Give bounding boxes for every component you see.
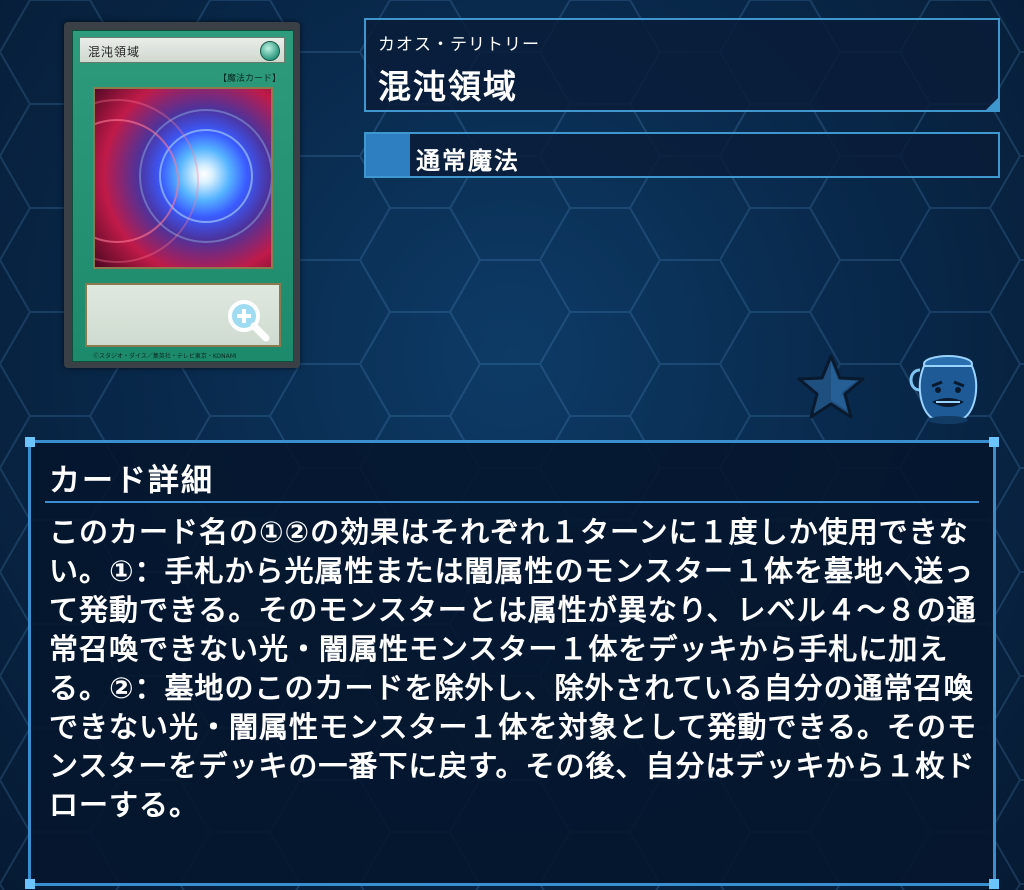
card-type-line: 【魔法カード】 — [217, 74, 281, 84]
card-name: 混沌領域 — [88, 45, 141, 59]
corner-ornament — [989, 879, 999, 889]
card-image[interactable]: 混沌領域 【魔法カード】 Ⓒスタジオ・ダイス／集英社・テレビ東京・KONAMI — [64, 22, 300, 368]
card-artwork — [93, 87, 273, 269]
card-type-panel: 通常魔法 — [364, 132, 1000, 178]
card-frame: 混沌領域 【魔法カード】 Ⓒスタジオ・ダイス／集英社・テレビ東京・KONAMI — [72, 30, 294, 362]
card-copyright: Ⓒスタジオ・ダイス／集英社・テレビ東京・KONAMI — [93, 353, 237, 360]
card-detail-panel: カード詳細 このカード名の①②の効果はそれぞれ１ターンに１度しか使用できない。①… — [25, 437, 999, 889]
type-indicator — [366, 134, 410, 176]
card-name-box: 混沌領域 — [79, 37, 285, 63]
detail-header: カード詳細 — [49, 463, 214, 499]
divider — [45, 501, 979, 503]
zoom-in-icon[interactable] — [225, 297, 271, 343]
card-name-panel: カオス・テリトリー 混沌領域 — [364, 18, 1000, 112]
card-effect-text: このカード名の①②の効果はそれぞれ１ターンに１度しか使用できない。①：手札から光… — [49, 515, 977, 822]
star-icon[interactable] — [796, 352, 866, 422]
corner-ornament — [25, 879, 35, 889]
corner-ornament — [25, 437, 35, 447]
pot-of-greed-icon[interactable] — [902, 350, 986, 424]
spell-attribute-icon — [260, 41, 280, 61]
card-title: 混沌領域 — [378, 67, 518, 106]
corner-ornament — [989, 437, 999, 447]
card-type-label: 通常魔法 — [416, 147, 520, 175]
card-name-reading: カオス・テリトリー — [378, 35, 540, 55]
